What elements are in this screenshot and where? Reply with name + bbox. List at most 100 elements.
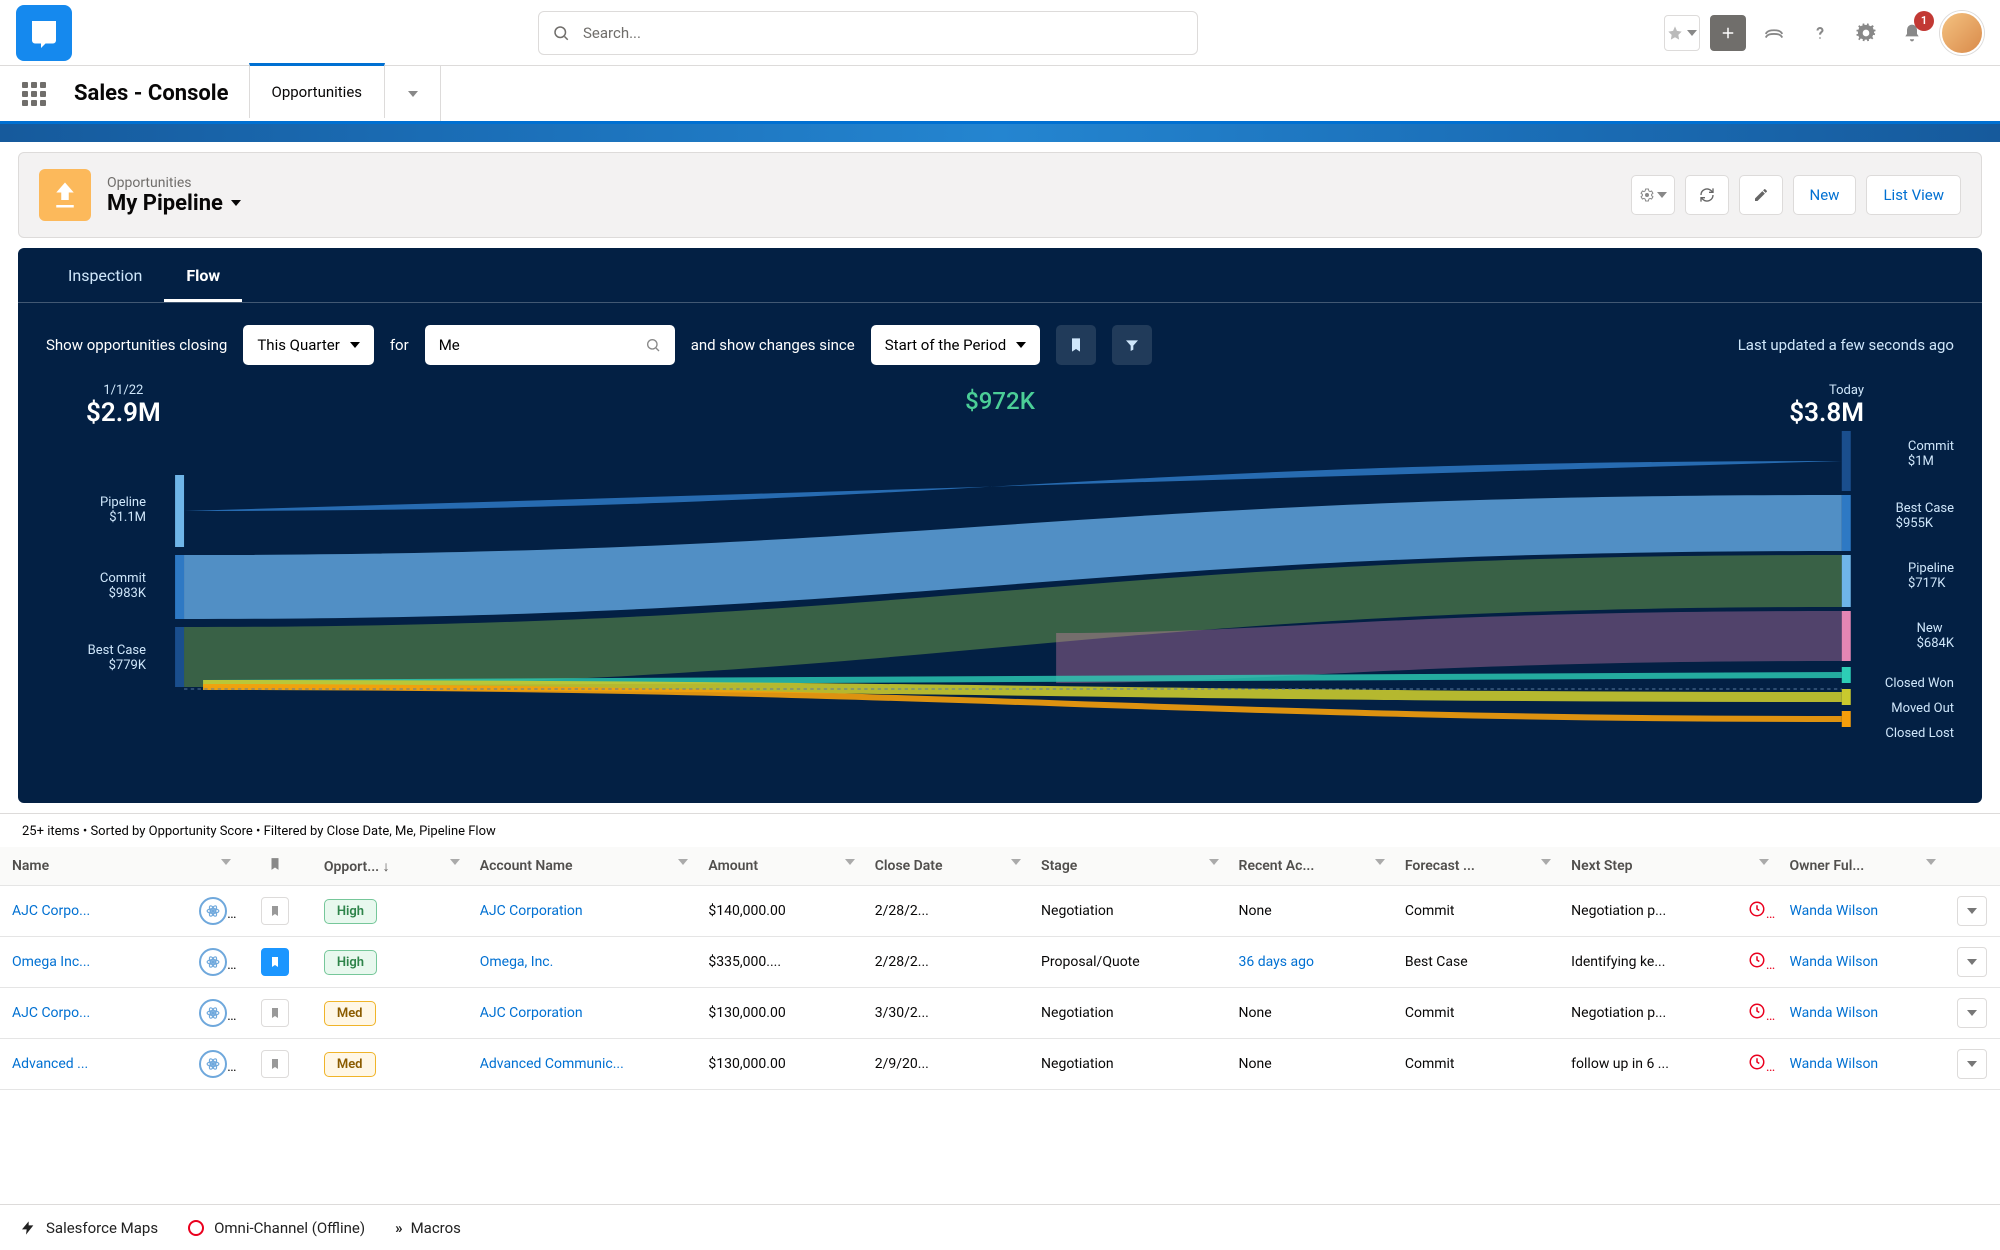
page-title[interactable]: My Pipeline: [107, 191, 241, 216]
help-icon[interactable]: [1802, 15, 1838, 51]
recent-activity-cell: None: [1227, 886, 1393, 937]
app-logo[interactable]: [16, 5, 72, 61]
settings-button[interactable]: [1631, 175, 1675, 215]
recent-activity-link[interactable]: 36 days ago: [1239, 954, 1314, 970]
row-actions-menu[interactable]: [1957, 1049, 1987, 1079]
tab-inspection[interactable]: Inspection: [46, 248, 164, 302]
sankey-left-label: Pipeline: [100, 495, 146, 510]
page-title-caret-icon: [231, 200, 241, 206]
edit-button[interactable]: [1739, 175, 1783, 215]
forecast-cell: Commit: [1393, 988, 1559, 1039]
opp-name-link[interactable]: AJC Corpo...: [12, 903, 90, 919]
nav-bar: Sales - Console Opportunities: [0, 66, 2000, 124]
status-ring-icon: [188, 1220, 204, 1236]
account-link[interactable]: AJC Corporation: [480, 1005, 583, 1021]
col-forecast-header[interactable]: Forecast ...: [1393, 847, 1559, 886]
sankey-start-date: 1/1/22: [86, 383, 161, 398]
col-account-header[interactable]: Account Name: [468, 847, 697, 886]
closing-period-select[interactable]: This Quarter: [243, 325, 373, 365]
col-amount-header[interactable]: Amount: [696, 847, 862, 886]
owner-link[interactable]: Wanda Wilson: [1789, 1056, 1878, 1072]
guidance-icon[interactable]: [1756, 15, 1792, 51]
bookmark-toggle[interactable]: [261, 1050, 289, 1078]
score-pill: Med: [324, 1001, 376, 1026]
col-owner-header[interactable]: Owner Ful...: [1777, 847, 1943, 886]
account-link[interactable]: Advanced Communic...: [480, 1056, 624, 1072]
favorite-icon[interactable]: [1664, 15, 1700, 51]
einstein-icon[interactable]: [199, 999, 227, 1027]
next-step-cell: Negotiation p...: [1559, 988, 1736, 1039]
search-input[interactable]: [538, 11, 1198, 55]
filter-since-label: and show changes since: [691, 336, 855, 354]
sankey-end-date: Today: [1789, 383, 1864, 398]
col-opp-header[interactable]: Opport... ↓: [312, 847, 468, 886]
nav-tab-dropdown[interactable]: [385, 66, 441, 121]
next-step-cell: Negotiation p...: [1559, 886, 1736, 937]
opp-name-link[interactable]: Advanced ...: [12, 1056, 88, 1072]
close-date-cell: 2/28/2...: [863, 886, 1029, 937]
opp-name-link[interactable]: AJC Corpo...: [12, 1005, 90, 1021]
sankey-right-label: Commit: [1908, 439, 1954, 454]
amount-cell: $130,000.00: [696, 988, 862, 1039]
filter-button[interactable]: [1112, 325, 1152, 365]
table-row: AJC Corpo... Med AJC Corporation $130,00…: [0, 988, 2000, 1039]
col-name-header[interactable]: Name: [0, 847, 239, 886]
notifications-icon[interactable]: 1: [1894, 15, 1930, 51]
einstein-icon[interactable]: [199, 1050, 227, 1078]
filter-for-label: for: [390, 336, 409, 354]
nav-tab-opportunities[interactable]: Opportunities: [249, 63, 386, 118]
close-date-cell: 3/30/2...: [863, 988, 1029, 1039]
account-link[interactable]: Omega, Inc.: [480, 954, 554, 970]
einstein-icon[interactable]: [199, 948, 227, 976]
overdue-icon: [1736, 937, 1778, 988]
col-close-header[interactable]: Close Date: [863, 847, 1029, 886]
overdue-icon: [1736, 886, 1778, 937]
bookmark-toggle[interactable]: [261, 999, 289, 1027]
add-icon[interactable]: [1710, 15, 1746, 51]
util-maps[interactable]: Salesforce Maps: [20, 1219, 158, 1237]
opp-name-link[interactable]: Omega Inc...: [12, 954, 90, 970]
col-menu-header: [1944, 847, 2000, 886]
nav-tab-label: Opportunities: [272, 83, 363, 101]
row-actions-menu[interactable]: [1957, 947, 1987, 977]
list-view-button[interactable]: List View: [1866, 175, 1961, 215]
sankey-left-label: Commit: [100, 571, 146, 586]
since-select[interactable]: Start of the Period: [871, 325, 1040, 365]
bookmark-filter-button[interactable]: [1056, 325, 1096, 365]
bookmark-toggle[interactable]: [261, 948, 289, 976]
score-pill: High: [324, 899, 377, 924]
util-macros[interactable]: » Macros: [395, 1219, 461, 1237]
app-name: Sales - Console: [54, 66, 249, 121]
refresh-button[interactable]: [1685, 175, 1729, 215]
row-actions-menu[interactable]: [1957, 998, 1987, 1028]
row-actions-menu[interactable]: [1957, 896, 1987, 926]
new-button[interactable]: New: [1793, 175, 1857, 215]
bookmark-toggle[interactable]: [261, 897, 289, 925]
util-macros-label: Macros: [411, 1219, 461, 1237]
sankey-chart: 1/1/22 $2.9M Today $3.8M $972K Pipeline$…: [46, 383, 1954, 783]
account-link[interactable]: AJC Corporation: [480, 903, 583, 919]
sankey-start-value: $2.9M: [86, 398, 161, 428]
app-launcher-icon[interactable]: [14, 66, 54, 121]
owner-link[interactable]: Wanda Wilson: [1789, 954, 1878, 970]
col-next-header[interactable]: Next Step: [1559, 847, 1777, 886]
owner-select[interactable]: Me: [425, 325, 675, 365]
owner-link[interactable]: Wanda Wilson: [1789, 1005, 1878, 1021]
tab-flow[interactable]: Flow: [164, 248, 242, 302]
chevrons-icon: »: [395, 1219, 401, 1237]
filter-row: Show opportunities closing This Quarter …: [18, 303, 1982, 375]
setup-gear-icon[interactable]: [1848, 15, 1884, 51]
col-stage-header[interactable]: Stage: [1029, 847, 1227, 886]
amount-cell: $335,000....: [696, 937, 862, 988]
col-recent-header[interactable]: Recent Ac...: [1227, 847, 1393, 886]
einstein-icon[interactable]: [199, 897, 227, 925]
util-omni[interactable]: Omni-Channel (Offline): [188, 1219, 365, 1237]
overdue-icon: [1736, 1039, 1778, 1090]
owner-link[interactable]: Wanda Wilson: [1789, 903, 1878, 919]
global-search: [538, 11, 1198, 55]
sankey-right-amount: $1M: [1908, 454, 1954, 469]
user-avatar[interactable]: [1940, 11, 1984, 55]
col-bookmark-header[interactable]: [239, 847, 312, 886]
next-step-cell: Identifying ke...: [1559, 937, 1736, 988]
brand-banner: [0, 124, 2000, 142]
